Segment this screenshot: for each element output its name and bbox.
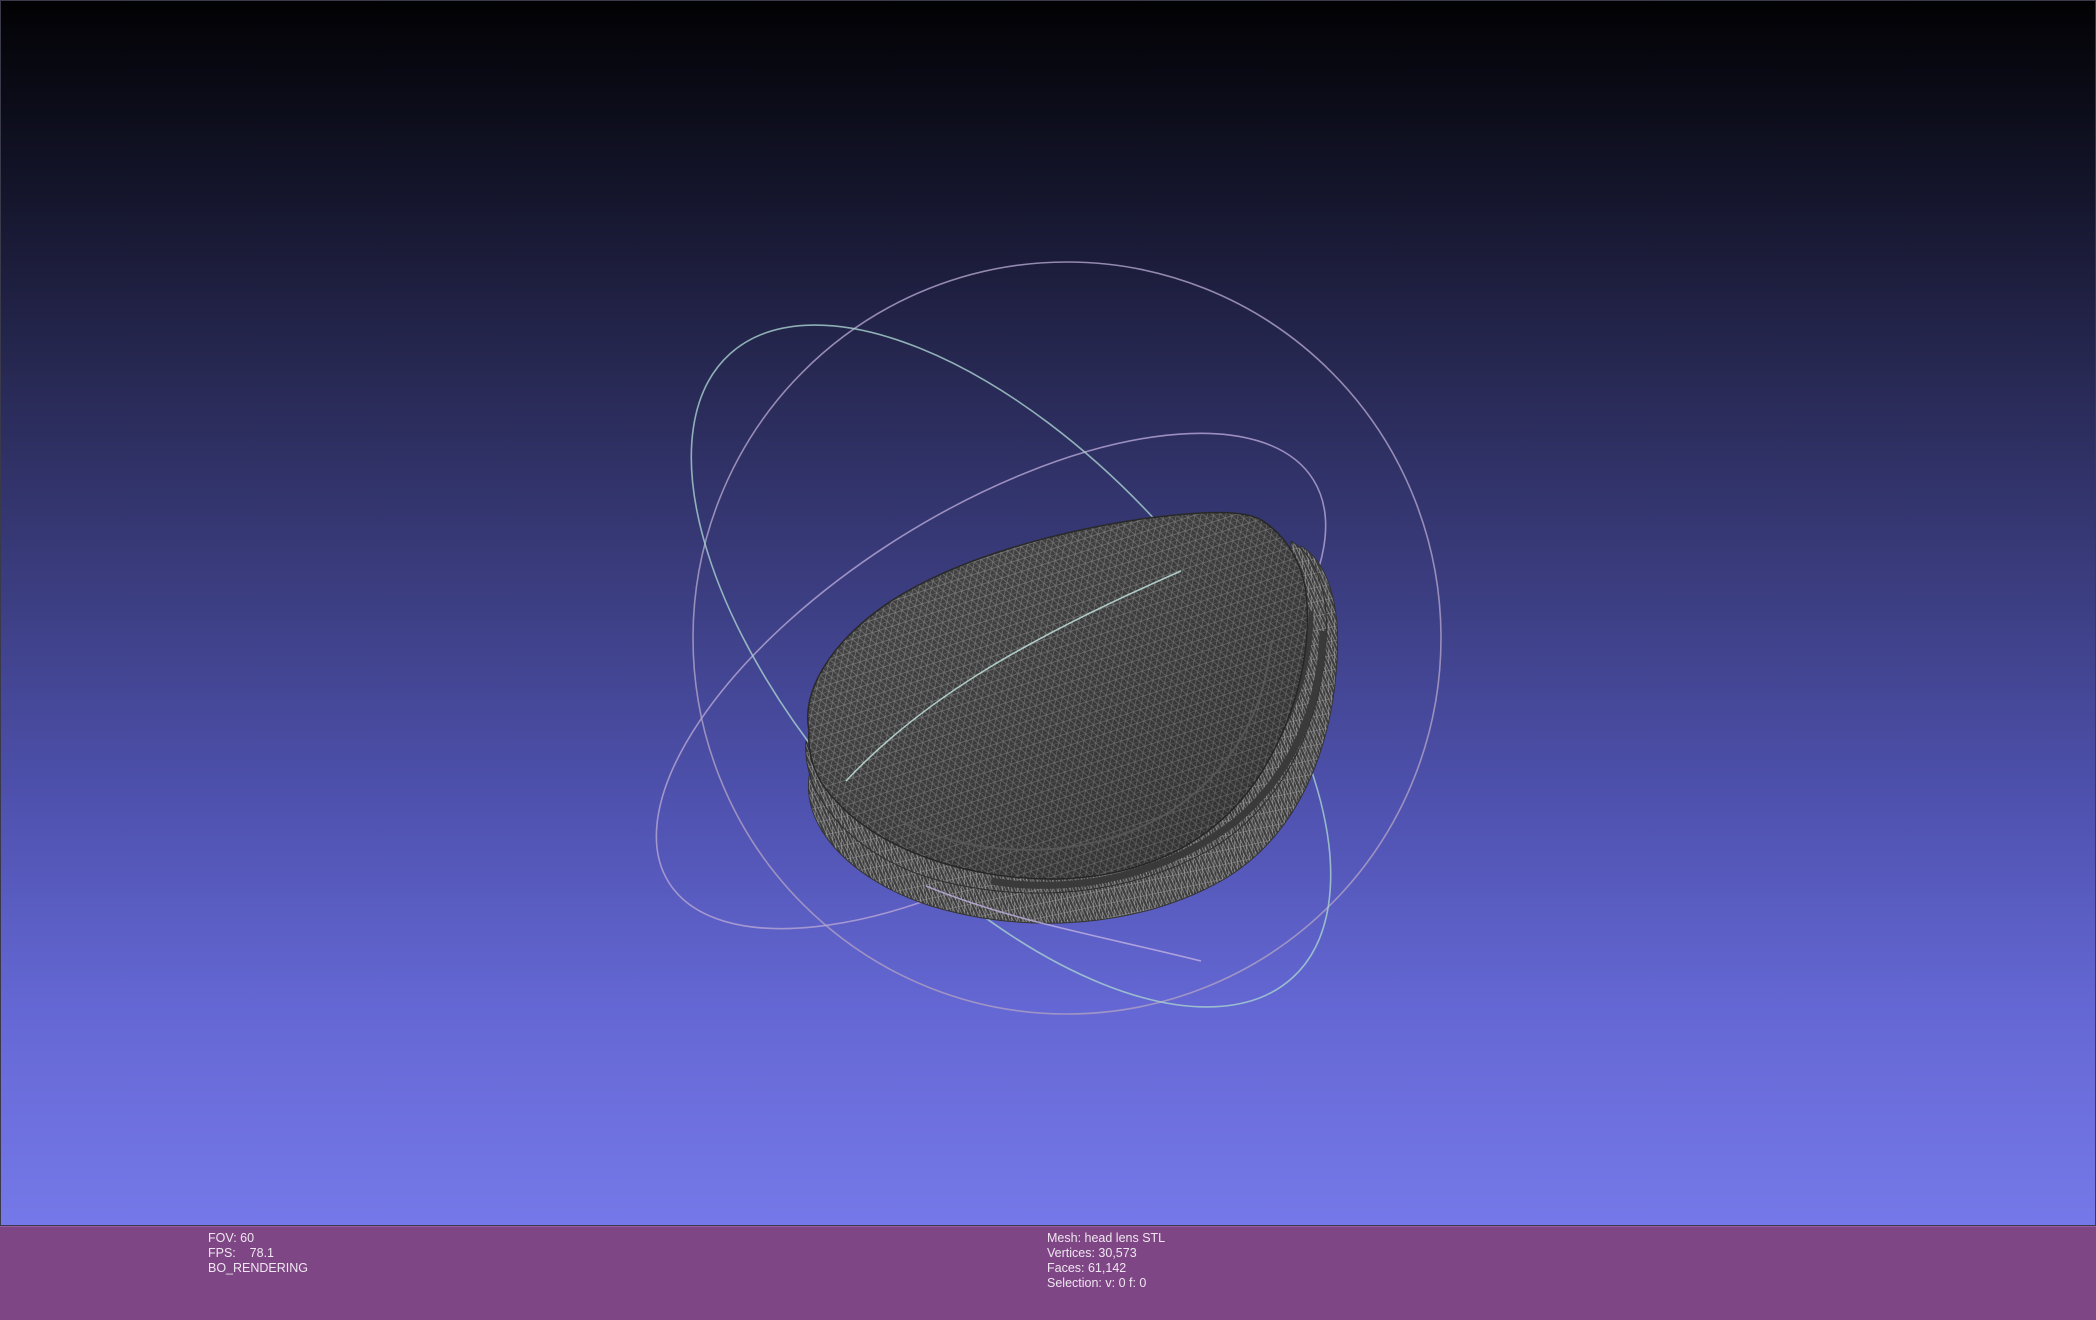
mesh-info-panel: Mesh: head lens STL Vertices: 30,573 Fac…	[1047, 1231, 1165, 1291]
status-info-bar: FOV: 60 FPS: 78.1 BO_RENDERING Mesh: hea…	[0, 1226, 2096, 1320]
render-info-panel: FOV: 60 FPS: 78.1 BO_RENDERING	[208, 1231, 308, 1276]
render-mode-readout: BO_RENDERING	[208, 1261, 309, 1275]
selection-readout: Selection: v: 0 f: 0	[1047, 1276, 1147, 1290]
mesh-name-readout: Mesh: head lens STL	[1047, 1231, 1166, 1245]
vertices-readout: Vertices: 30,573	[1047, 1246, 1137, 1260]
mesh-model-head-lens[interactable]	[805, 511, 1339, 924]
3d-viewport[interactable]	[0, 0, 2096, 1226]
fps-readout: FPS: 78.1	[208, 1246, 275, 1260]
fov-readout: FOV: 60	[208, 1231, 255, 1245]
scene-canvas[interactable]	[1, 1, 2096, 1227]
faces-readout: Faces: 61,142	[1047, 1261, 1127, 1275]
